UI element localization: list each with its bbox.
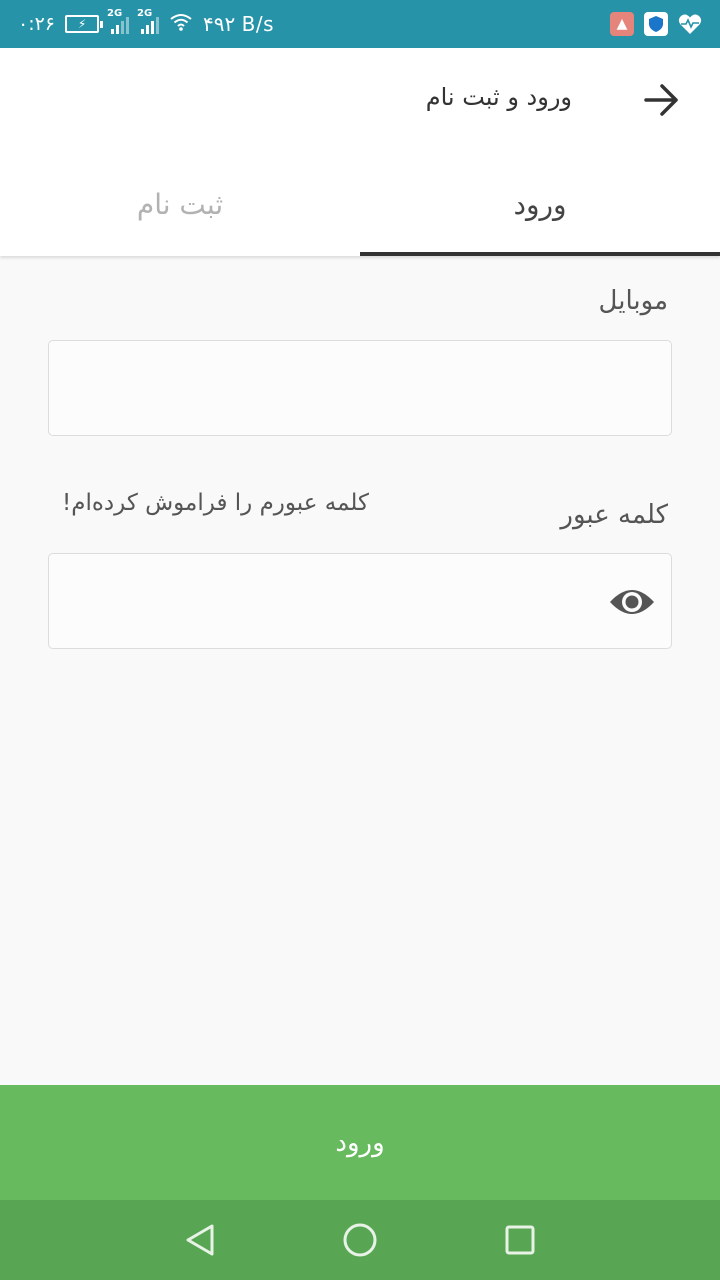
login-submit-button[interactable]: ورود	[0, 1085, 720, 1200]
tab-login[interactable]: ورود	[360, 158, 720, 256]
mobile-field[interactable]	[48, 340, 672, 436]
forgot-password-link[interactable]: کلمه عبورم را فراموش کرده‌ام!	[62, 490, 369, 516]
arrow-right-icon	[644, 84, 678, 116]
recents-square-icon	[505, 1225, 535, 1255]
network-speed: ۴۹۲ B/s	[203, 12, 274, 36]
system-nav-bar	[0, 1200, 720, 1280]
signal-icon: 2G	[107, 8, 130, 34]
heart-monitor-icon	[678, 12, 702, 36]
password-input[interactable]	[49, 554, 671, 648]
network-type-label: 2G	[137, 8, 153, 19]
back-button[interactable]	[640, 78, 684, 122]
nav-recents-button[interactable]	[498, 1218, 542, 1262]
nav-back-button[interactable]	[178, 1218, 222, 1262]
back-triangle-icon	[186, 1224, 214, 1256]
password-label: کلمه عبور	[560, 500, 668, 530]
tab-signup[interactable]: ثبت نام	[0, 158, 360, 256]
login-submit-label: ورود	[335, 1127, 385, 1158]
rocket-app-icon: ▲	[610, 12, 634, 36]
nav-home-button[interactable]	[338, 1218, 382, 1262]
battery-charging-icon: ⚡	[65, 15, 104, 33]
status-bar: ۰:۲۶ ⚡ 2G 2G ۴۹۲ B/s ▲	[0, 0, 720, 48]
home-circle-icon	[343, 1223, 377, 1257]
eye-icon	[610, 590, 654, 614]
tab-login-label: ورود	[513, 188, 567, 221]
page-title: ورود و ثبت نام	[425, 83, 572, 111]
clock: ۰:۲۶	[18, 13, 56, 35]
mobile-input[interactable]	[49, 341, 671, 435]
mobile-label: موبایل	[598, 286, 668, 316]
shield-app-icon	[644, 12, 668, 36]
network-type-label: 2G	[107, 8, 123, 19]
show-password-button[interactable]	[607, 578, 657, 626]
tab-signup-label: ثبت نام	[136, 188, 224, 221]
wifi-icon	[169, 12, 193, 37]
status-bar-left: ۰:۲۶ ⚡ 2G 2G ۴۹۲ B/s	[18, 0, 274, 48]
app-header: ورود و ثبت نام ورود ثبت نام	[0, 48, 720, 256]
tab-indicator	[360, 252, 720, 256]
signal-icon: 2G	[137, 8, 160, 34]
password-field[interactable]	[48, 553, 672, 649]
status-bar-right: ▲	[610, 0, 702, 48]
